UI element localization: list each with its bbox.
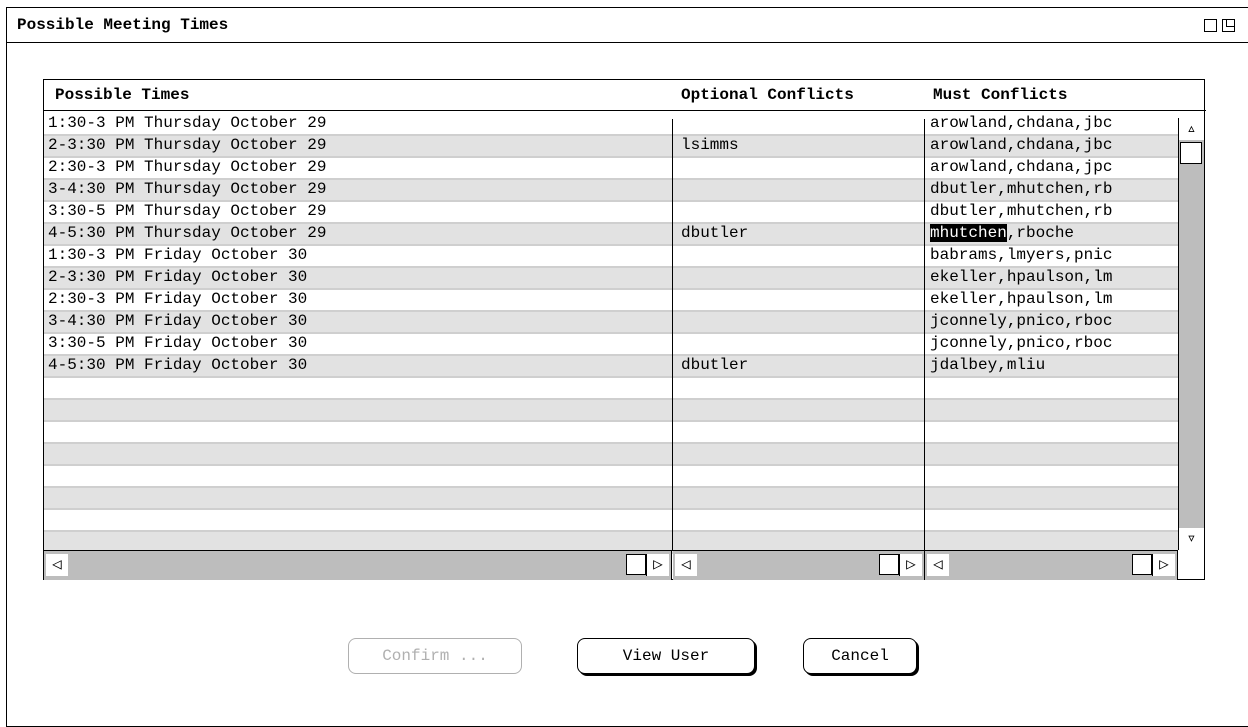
scroll-right-icon[interactable]: ▷ <box>1152 554 1175 576</box>
must-conflicts-cell: arowland,chdana,jbc <box>930 136 1113 154</box>
column-header-possible-times: Possible Times <box>55 86 190 104</box>
must-conflicts-cell: jdalbey,mliu <box>930 356 1046 374</box>
time-cell: 3-4:30 PM Thursday October 29 <box>48 180 327 198</box>
time-cell: 2-3:30 PM Thursday October 29 <box>48 136 327 154</box>
scroll-left-icon[interactable]: ◁ <box>927 554 949 576</box>
must-conflicts-cell: ekeller,hpaulson,lm <box>930 290 1113 308</box>
must-conflicts-cell: jconnely,pnico,rboc <box>930 312 1113 330</box>
optional-conflicts-cell <box>681 202 921 222</box>
column-header-must-conflicts: Must Conflicts <box>933 86 1068 104</box>
optional-conflicts-cell <box>681 290 921 310</box>
table-row-selected[interactable]: 4-5:30 PM Thursday October 29 dbutler mh… <box>44 224 1178 246</box>
must-conflicts-rest: ,rboche <box>1006 224 1075 242</box>
time-cell: 1:30-3 PM Thursday October 29 <box>48 114 327 132</box>
optional-conflicts-cell <box>681 114 921 134</box>
table-row[interactable]: 2:30-3 PM Friday October 30 ekeller,hpau… <box>44 290 1178 312</box>
column-divider <box>672 119 673 551</box>
must-conflicts-cell: dbutler,mhutchen,rb <box>930 202 1113 220</box>
table-row[interactable]: 1:30-3 PM Friday October 30 babrams,lmye… <box>44 246 1178 268</box>
horizontal-scrollbar-must[interactable]: ◁ ▷ <box>925 550 1178 580</box>
time-cell: 4-5:30 PM Friday October 30 <box>48 356 308 374</box>
optional-conflicts-cell <box>681 312 921 332</box>
scroll-left-icon[interactable]: ◁ <box>46 554 68 576</box>
horizontal-scroll-thumb[interactable] <box>626 554 646 575</box>
empty-row <box>44 488 1178 510</box>
horizontal-scrollbar-optional[interactable]: ◁ ▷ <box>673 550 925 580</box>
table-row[interactable]: 2-3:30 PM Friday October 30 ekeller,hpau… <box>44 268 1178 290</box>
title-bar: Possible Meeting Times <box>7 8 1248 43</box>
empty-row <box>44 378 1178 400</box>
empty-row <box>44 466 1178 488</box>
optional-conflicts-cell <box>681 180 921 200</box>
scroll-right-icon[interactable]: ▷ <box>899 554 922 576</box>
minimize-icon[interactable] <box>1204 19 1217 32</box>
table-row[interactable]: 2:30-3 PM Thursday October 29 arowland,c… <box>44 158 1178 180</box>
time-cell: 3:30-5 PM Thursday October 29 <box>48 202 327 220</box>
maximize-icon[interactable] <box>1222 19 1235 32</box>
table-row[interactable]: 3-4:30 PM Friday October 30 jconnely,pni… <box>44 312 1178 334</box>
time-cell: 2:30-3 PM Friday October 30 <box>48 290 308 308</box>
table-rows: 1:30-3 PM Thursday October 29 arowland,c… <box>44 114 1178 554</box>
optional-conflicts-cell <box>681 334 921 354</box>
cancel-button[interactable]: Cancel <box>803 638 917 674</box>
time-cell: 3:30-5 PM Friday October 30 <box>48 334 308 352</box>
optional-conflicts-cell: dbutler <box>681 356 749 374</box>
meeting-times-list: Possible Times Optional Conflicts Must C… <box>43 79 1206 580</box>
scroll-left-icon[interactable]: ◁ <box>675 554 697 576</box>
must-conflicts-cell: arowland,chdana,jpc <box>930 158 1113 176</box>
table-row[interactable]: 1:30-3 PM Thursday October 29 arowland,c… <box>44 114 1178 136</box>
highlighted-user[interactable]: mhutchen <box>930 224 1007 242</box>
time-cell: 2:30-3 PM Thursday October 29 <box>48 158 327 176</box>
time-cell: 3-4:30 PM Friday October 30 <box>48 312 308 330</box>
must-conflicts-cell: dbutler,mhutchen,rb <box>930 180 1113 198</box>
empty-row <box>44 422 1178 444</box>
scroll-right-icon[interactable]: ▷ <box>646 554 669 576</box>
must-conflicts-cell: babrams,lmyers,pnic <box>930 246 1113 264</box>
vertical-scrollbar[interactable]: ▵ ▿ <box>1178 118 1204 550</box>
scroll-up-icon[interactable]: ▵ <box>1179 118 1204 140</box>
confirm-button[interactable]: Confirm ... <box>348 638 522 674</box>
optional-conflicts-cell <box>681 268 921 288</box>
column-header-optional-conflicts: Optional Conflicts <box>681 86 854 104</box>
must-conflicts-cell: jconnely,pnico,rboc <box>930 334 1113 352</box>
optional-conflicts-cell <box>681 158 921 178</box>
table-row[interactable]: 3-4:30 PM Thursday October 29 dbutler,mh… <box>44 180 1178 202</box>
must-conflicts-cell: mhutchen,rboche <box>930 224 1176 244</box>
must-conflicts-cell: arowland,chdana,jbc <box>930 114 1113 132</box>
table-row[interactable]: 2-3:30 PM Thursday October 29 lsimms aro… <box>44 136 1178 158</box>
optional-conflicts-cell <box>681 246 921 266</box>
header-divider <box>44 110 1206 111</box>
must-conflicts-cell: ekeller,hpaulson,lm <box>930 268 1113 286</box>
horizontal-scroll-thumb[interactable] <box>879 554 899 575</box>
vertical-scroll-thumb[interactable] <box>1180 142 1202 164</box>
table-row[interactable]: 4-5:30 PM Friday October 30 dbutler jdal… <box>44 356 1178 378</box>
column-divider <box>924 119 925 551</box>
empty-row <box>44 400 1178 422</box>
empty-row <box>44 510 1178 532</box>
table-row[interactable]: 3:30-5 PM Thursday October 29 dbutler,mh… <box>44 202 1178 224</box>
time-cell: 4-5:30 PM Thursday October 29 <box>48 224 327 242</box>
empty-row <box>44 444 1178 466</box>
time-cell: 2-3:30 PM Friday October 30 <box>48 268 308 286</box>
view-user-button[interactable]: View User <box>577 638 755 674</box>
horizontal-scroll-thumb[interactable] <box>1132 554 1152 575</box>
optional-conflicts-cell: lsimms <box>681 136 739 154</box>
window-title: Possible Meeting Times <box>17 16 229 34</box>
time-cell: 1:30-3 PM Friday October 30 <box>48 246 308 264</box>
table-row[interactable]: 3:30-5 PM Friday October 30 jconnely,pni… <box>44 334 1178 356</box>
scroll-down-icon[interactable]: ▿ <box>1179 528 1204 550</box>
optional-conflicts-cell: dbutler <box>681 224 749 242</box>
horizontal-scrollbar-times[interactable]: ◁ ▷ <box>44 550 672 580</box>
